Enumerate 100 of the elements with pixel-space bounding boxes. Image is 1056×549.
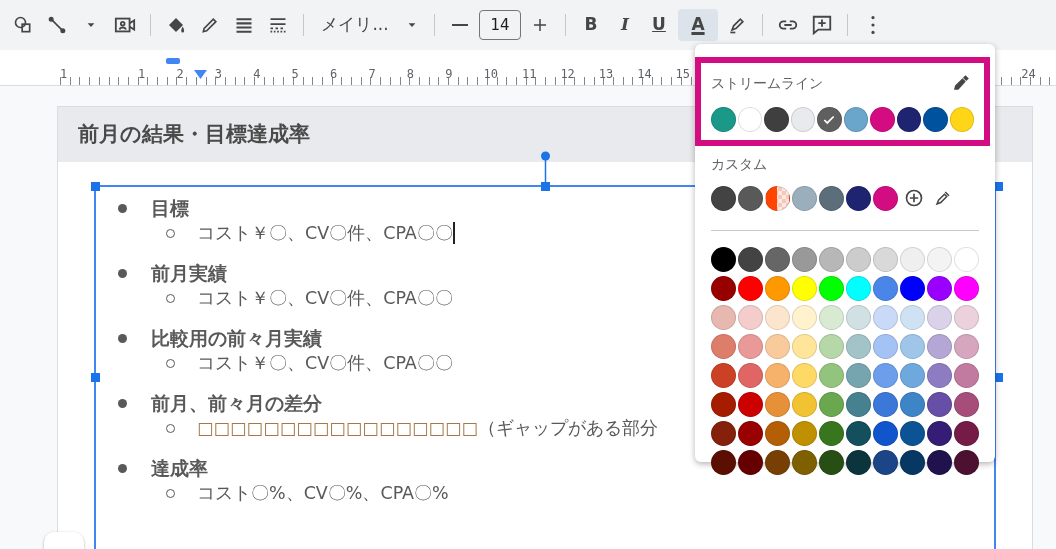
color-swatch[interactable]: [764, 107, 789, 132]
color-swatch[interactable]: [846, 185, 871, 211]
color-swatch[interactable]: [765, 305, 790, 331]
underline-button[interactable]: U: [644, 9, 674, 41]
color-swatch[interactable]: [792, 185, 817, 211]
color-swatch[interactable]: [900, 305, 925, 331]
color-swatch[interactable]: [737, 107, 762, 132]
color-swatch[interactable]: [738, 185, 763, 211]
color-swatch[interactable]: [900, 392, 925, 418]
color-swatch[interactable]: [873, 185, 898, 211]
color-swatch[interactable]: [846, 305, 871, 331]
color-swatch[interactable]: [711, 107, 736, 132]
color-swatch[interactable]: [792, 276, 817, 302]
color-swatch[interactable]: [738, 421, 763, 447]
font-dropdown[interactable]: メイリ...: [314, 9, 424, 41]
color-swatch[interactable]: [711, 421, 736, 447]
color-swatch[interactable]: [738, 247, 763, 273]
color-swatch[interactable]: [873, 392, 898, 418]
color-swatch[interactable]: [927, 421, 952, 447]
color-swatch[interactable]: [792, 305, 817, 331]
color-swatch[interactable]: [819, 421, 844, 447]
bold-button[interactable]: B: [576, 9, 606, 41]
color-swatch[interactable]: [873, 421, 898, 447]
color-swatch[interactable]: [873, 247, 898, 273]
indent-marker-icon[interactable]: [166, 58, 180, 64]
color-swatch[interactable]: [846, 334, 871, 360]
color-swatch[interactable]: [896, 107, 921, 132]
color-swatch[interactable]: [738, 305, 763, 331]
resize-handle[interactable]: [541, 182, 550, 191]
color-swatch[interactable]: [711, 392, 736, 418]
color-swatch[interactable]: [900, 247, 925, 273]
color-swatch[interactable]: [765, 247, 790, 273]
color-swatch[interactable]: [711, 185, 736, 211]
color-swatch[interactable]: [900, 421, 925, 447]
color-swatch[interactable]: [817, 107, 842, 132]
color-swatch[interactable]: [711, 334, 736, 360]
color-swatch[interactable]: [900, 334, 925, 360]
color-swatch[interactable]: [927, 334, 952, 360]
color-swatch[interactable]: [738, 276, 763, 302]
color-swatch[interactable]: [873, 334, 898, 360]
color-swatch[interactable]: [738, 334, 763, 360]
color-swatch[interactable]: [790, 107, 815, 132]
color-swatch[interactable]: [792, 392, 817, 418]
indent-marker-icon[interactable]: [194, 70, 207, 79]
color-swatch[interactable]: [927, 363, 952, 389]
resize-handle[interactable]: [91, 182, 100, 191]
color-swatch[interactable]: [765, 185, 790, 211]
color-swatch[interactable]: [927, 305, 952, 331]
color-swatch[interactable]: [765, 276, 790, 302]
color-swatch[interactable]: [711, 363, 736, 389]
color-swatch[interactable]: [846, 421, 871, 447]
color-swatch[interactable]: [792, 334, 817, 360]
color-swatch[interactable]: [819, 305, 844, 331]
color-swatch[interactable]: [954, 276, 979, 302]
color-swatch[interactable]: [711, 276, 736, 302]
color-swatch[interactable]: [870, 107, 895, 132]
color-swatch[interactable]: [738, 392, 763, 418]
color-swatch[interactable]: [765, 363, 790, 389]
color-swatch[interactable]: [765, 334, 790, 360]
color-swatch[interactable]: [949, 107, 974, 132]
color-swatch[interactable]: [819, 334, 844, 360]
color-swatch[interactable]: [954, 334, 979, 360]
color-swatch[interactable]: [873, 276, 898, 302]
color-swatch[interactable]: [900, 363, 925, 389]
color-swatch[interactable]: [846, 247, 871, 273]
color-swatch[interactable]: [819, 363, 844, 389]
color-swatch[interactable]: [843, 107, 868, 132]
color-swatch[interactable]: [819, 247, 844, 273]
color-swatch[interactable]: [873, 363, 898, 389]
color-swatch[interactable]: [711, 247, 736, 273]
resize-handle[interactable]: [91, 373, 100, 382]
color-swatch[interactable]: [792, 421, 817, 447]
color-swatch[interactable]: [954, 305, 979, 331]
color-swatch[interactable]: [954, 247, 979, 273]
italic-button[interactable]: I: [610, 9, 640, 41]
color-swatch[interactable]: [927, 247, 952, 273]
color-swatch[interactable]: [900, 276, 925, 302]
panel-toggle-button[interactable]: [44, 532, 84, 549]
text-color-button[interactable]: A: [678, 9, 718, 41]
color-swatch[interactable]: [792, 247, 817, 273]
color-swatch[interactable]: [738, 363, 763, 389]
color-swatch[interactable]: [927, 392, 952, 418]
color-swatch[interactable]: [819, 185, 844, 211]
color-swatch[interactable]: [846, 363, 871, 389]
color-swatch[interactable]: [923, 107, 948, 132]
color-swatch[interactable]: [846, 392, 871, 418]
color-swatch[interactable]: [927, 276, 952, 302]
color-swatch[interactable]: [954, 421, 979, 447]
color-swatch[interactable]: [819, 276, 844, 302]
color-swatch[interactable]: [846, 276, 871, 302]
font-size-field[interactable]: 14: [479, 10, 521, 40]
rotate-handle[interactable]: [539, 151, 552, 185]
color-swatch[interactable]: [954, 392, 979, 418]
color-swatch[interactable]: [873, 305, 898, 331]
color-swatch[interactable]: [711, 305, 736, 331]
color-swatch[interactable]: [792, 363, 817, 389]
color-swatch[interactable]: [954, 363, 979, 389]
color-swatch[interactable]: [819, 392, 844, 418]
color-swatch[interactable]: [765, 421, 790, 447]
color-swatch[interactable]: [765, 392, 790, 418]
